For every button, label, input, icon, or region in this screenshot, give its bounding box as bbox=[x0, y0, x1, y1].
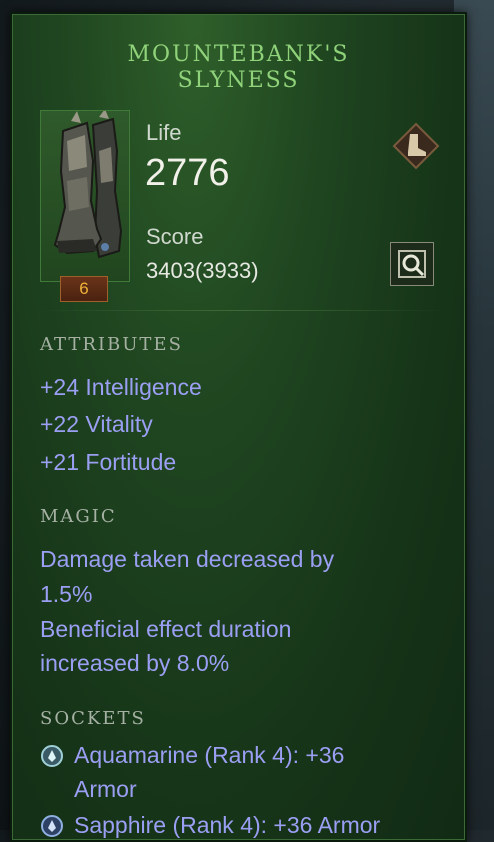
socket-text: Aquamarine (Rank 4): +36 Armor bbox=[74, 738, 454, 806]
life-label: Life bbox=[146, 120, 182, 145]
boots-image bbox=[53, 111, 123, 259]
magic-line: increased by 8.0% bbox=[40, 650, 230, 676]
sockets-heading: SOCKETS bbox=[40, 708, 146, 729]
attributes-heading: ATTRIBUTES bbox=[40, 334, 183, 355]
item-name-line2: SLYNESS bbox=[177, 68, 300, 93]
boots-icon bbox=[392, 122, 440, 170]
life-value: 2776 bbox=[145, 152, 230, 194]
aquamarine-gem-icon bbox=[41, 745, 63, 767]
magnifier-icon bbox=[398, 250, 426, 278]
sapphire-gem-icon bbox=[41, 815, 63, 837]
socket-text: Sapphire (Rank 4): +36 Armor bbox=[74, 808, 454, 842]
score-label: Score bbox=[146, 224, 204, 249]
item-rank-badge: 6 bbox=[60, 276, 108, 302]
magic-line: Damage taken decreased by bbox=[40, 546, 335, 572]
item-tooltip: MOUNTEBANK'S SLYNESS 6 Life 2776 Score 3… bbox=[10, 12, 467, 842]
attribute-line: +21 Fortitude bbox=[40, 449, 177, 475]
magic-line: 1.5% bbox=[40, 581, 93, 607]
item-name-line1: MOUNTEBANK'S bbox=[127, 42, 350, 67]
attribute-line: +24 Intelligence bbox=[40, 374, 202, 400]
attribute-line: +22 Vitality bbox=[40, 411, 153, 437]
socket-item: Aquamarine (Rank 4): +36 Armor bbox=[40, 738, 460, 808]
item-portrait bbox=[40, 110, 130, 282]
socket-line: Aquamarine (Rank 4): +36 bbox=[74, 742, 345, 768]
divider bbox=[36, 310, 446, 311]
magic-heading: MAGIC bbox=[40, 506, 117, 527]
socket-line: Armor bbox=[74, 776, 137, 802]
socket-line: Sapphire (Rank 4): +36 Armor bbox=[74, 812, 381, 838]
magic-line: Beneficial effect duration bbox=[40, 616, 292, 642]
score-value: 3403(3933) bbox=[146, 258, 259, 283]
inspect-button[interactable] bbox=[390, 242, 434, 286]
socket-item: Sapphire (Rank 4): +36 Armor bbox=[40, 808, 460, 842]
